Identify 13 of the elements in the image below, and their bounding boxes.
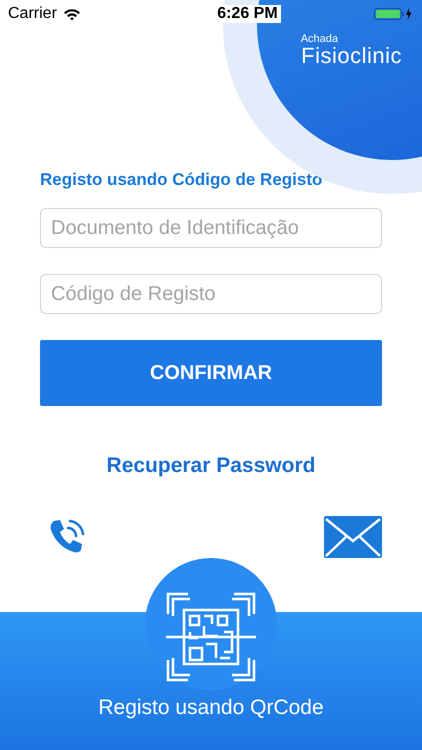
mail-icon[interactable] bbox=[324, 516, 382, 558]
logo-subtitle: Achada bbox=[300, 34, 338, 46]
logo-title: Fisioclinic bbox=[301, 45, 402, 68]
input-field[interactable]: Código de Registo bbox=[40, 274, 382, 314]
carrier-label: Carrier bbox=[8, 5, 57, 24]
qr-code-icon bbox=[166, 592, 256, 682]
qr-register-label: Registo usando QrCode bbox=[98, 696, 324, 720]
wifi-icon bbox=[62, 8, 81, 21]
form-heading: Registo usando Código de Registo bbox=[40, 170, 324, 190]
confirm-button[interactable]: CONFIRMAR bbox=[40, 340, 382, 406]
recover-password-link[interactable]: Recuperar Password bbox=[106, 454, 316, 478]
input-field[interactable]: Documento de Identificação bbox=[40, 208, 382, 248]
battery-icon bbox=[374, 7, 414, 22]
